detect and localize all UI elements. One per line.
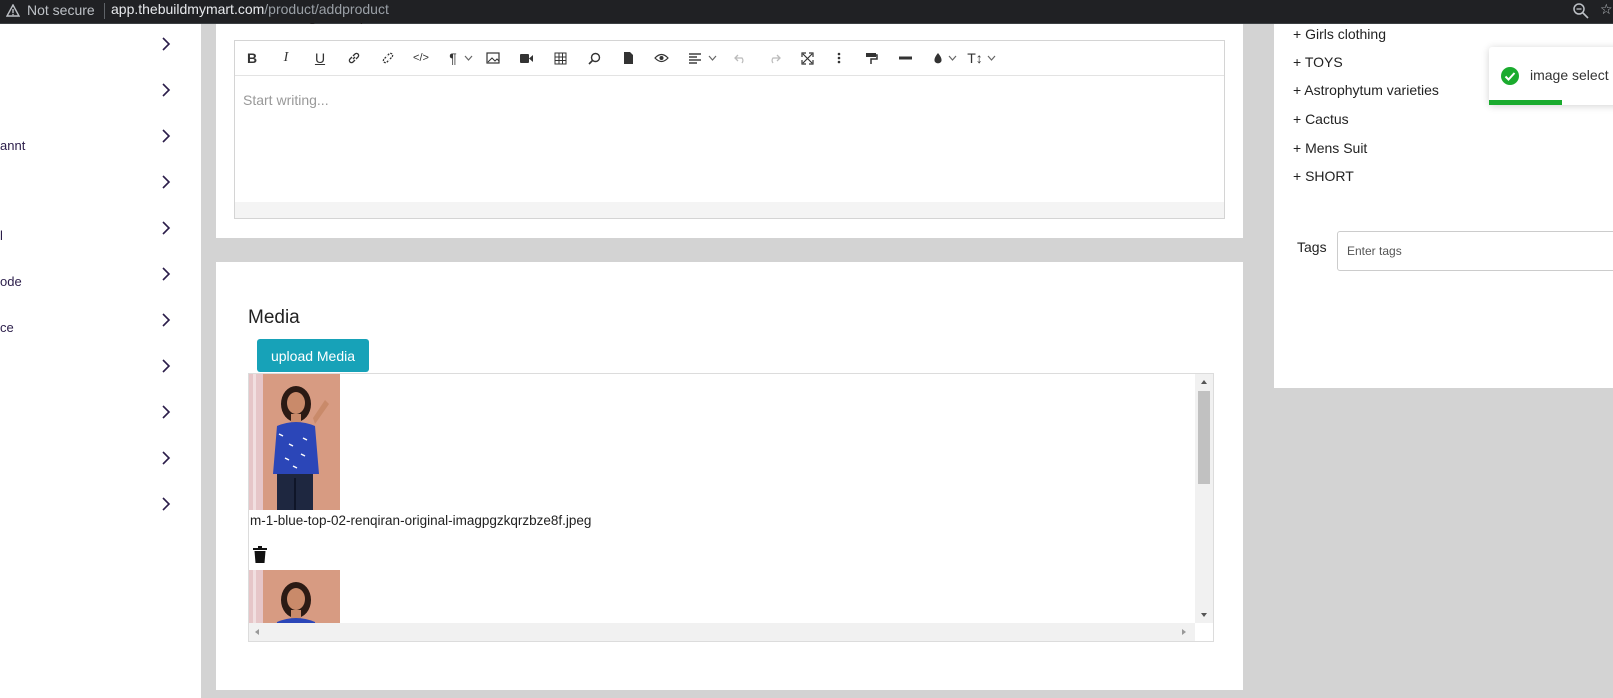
sidebar-item[interactable] <box>0 346 201 386</box>
chevron-right-icon <box>162 359 171 373</box>
chevron-right-icon <box>162 129 171 143</box>
sidebar: annt l ode ce <box>0 24 201 698</box>
warning-icon[interactable] <box>6 4 20 18</box>
category-item[interactable]: + Girls clothing <box>1293 26 1386 42</box>
horizontal-line-icon[interactable] <box>897 48 913 68</box>
category-item[interactable]: + SHORT <box>1293 168 1354 184</box>
media-title: Media <box>248 307 300 328</box>
chevron-right-icon <box>162 451 171 465</box>
media-list-content: m-1-blue-top-02-renqiran-original-imagpg… <box>249 374 1195 623</box>
check-circle-icon <box>1501 67 1519 85</box>
chevron-down-icon[interactable] <box>463 48 473 68</box>
category-item[interactable]: + Mens Suit <box>1293 140 1367 156</box>
scrollbar-thumb[interactable] <box>1198 391 1210 484</box>
underline-icon[interactable]: U <box>313 48 327 68</box>
chevron-down-icon[interactable] <box>947 48 957 68</box>
font-size-icon[interactable]: T↕ <box>966 48 984 68</box>
scroll-up-icon[interactable] <box>1199 377 1209 387</box>
undo-icon[interactable] <box>732 48 748 68</box>
chevron-right-icon <box>162 313 171 327</box>
editor-placeholder: Start writing... <box>243 92 329 108</box>
tags-label: Tags <box>1297 239 1327 255</box>
chevron-right-icon <box>162 37 171 51</box>
sidebar-item-label: ce <box>0 320 14 335</box>
tags-input[interactable] <box>1337 231 1613 271</box>
rich-text-editor: B I U </> ¶ T↕ Start writing... <box>234 40 1225 219</box>
description-title: Product Long Description <box>233 16 391 24</box>
format-painter-icon[interactable] <box>863 48 879 68</box>
media-thumbnail[interactable] <box>249 374 340 510</box>
vertical-scrollbar[interactable] <box>1195 374 1213 623</box>
sidebar-item[interactable]: ode <box>0 254 201 294</box>
url-host: app.thebuildmymart.com <box>111 1 265 17</box>
media-thumbnail[interactable] <box>249 570 340 623</box>
scroll-right-icon[interactable] <box>1179 627 1189 637</box>
scroll-down-icon[interactable] <box>1199 610 1209 620</box>
url-field[interactable]: app.thebuildmymart.com/product/addproduc… <box>111 1 389 17</box>
chevron-right-icon <box>162 267 171 281</box>
media-list[interactable]: m-1-blue-top-02-renqiran-original-imagpg… <box>248 373 1214 642</box>
editor-toolbar: B I U </> ¶ T↕ <box>235 41 1224 76</box>
sidebar-item[interactable]: annt <box>0 116 201 156</box>
code-view-icon[interactable]: </> <box>412 48 430 68</box>
search-icon[interactable] <box>586 48 602 68</box>
fullscreen-icon[interactable] <box>799 48 815 68</box>
sidebar-item[interactable] <box>0 24 201 64</box>
sidebar-item-label: l <box>0 228 3 243</box>
category-item[interactable]: + Cactus <box>1293 111 1349 127</box>
media-filename: m-1-blue-top-02-renqiran-original-imagpg… <box>250 513 592 528</box>
align-icon[interactable] <box>687 48 703 68</box>
divider <box>104 3 105 19</box>
editor-content-area[interactable] <box>235 76 1224 202</box>
horizontal-scrollbar[interactable] <box>249 623 1195 641</box>
sidebar-item[interactable] <box>0 438 201 478</box>
url-path: /product/addproduct <box>264 1 389 17</box>
upload-media-button[interactable]: upload Media <box>257 339 369 372</box>
zoom-icon[interactable] <box>1572 2 1590 20</box>
sidebar-item[interactable] <box>0 162 201 202</box>
chevron-right-icon <box>162 497 171 511</box>
chevron-right-icon <box>162 175 171 189</box>
sidebar-item[interactable] <box>0 70 201 110</box>
chevron-down-icon[interactable] <box>986 48 996 68</box>
preview-eye-icon[interactable] <box>653 48 669 68</box>
chevron-right-icon <box>162 83 171 97</box>
chevron-down-icon[interactable] <box>707 48 717 68</box>
sidebar-item[interactable]: ce <box>0 300 201 340</box>
video-icon[interactable] <box>518 48 534 68</box>
bookmark-star-icon[interactable]: ☆ <box>1600 1 1613 18</box>
sidebar-item-label: ode <box>0 274 22 289</box>
redo-icon[interactable] <box>766 48 782 68</box>
italic-icon[interactable]: I <box>279 48 293 68</box>
chevron-right-icon <box>162 405 171 419</box>
document-icon[interactable] <box>620 48 636 68</box>
sidebar-item[interactable] <box>0 392 201 432</box>
sidebar-item[interactable]: l <box>0 208 201 248</box>
more-vertical-icon[interactable] <box>834 48 844 68</box>
color-drop-icon[interactable] <box>932 48 944 68</box>
editor-statusbar <box>235 202 1224 218</box>
paragraph-icon[interactable]: ¶ <box>446 48 460 68</box>
bold-icon[interactable]: B <box>245 48 259 68</box>
category-item[interactable]: + Astrophytum varieties <box>1293 82 1439 98</box>
scroll-left-icon[interactable] <box>252 627 262 637</box>
image-icon[interactable] <box>485 48 501 68</box>
trash-icon[interactable] <box>253 546 267 563</box>
category-item[interactable]: + TOYS <box>1293 54 1343 70</box>
sidebar-item[interactable] <box>0 484 201 524</box>
toast-progress-bar <box>1489 100 1562 105</box>
unlink-icon[interactable] <box>380 48 396 68</box>
sidebar-item-label: annt <box>0 138 26 153</box>
link-icon[interactable] <box>346 48 362 68</box>
security-label[interactable]: Not secure <box>27 2 95 18</box>
toast-notification: image select <box>1489 47 1613 105</box>
chevron-right-icon <box>162 221 171 235</box>
table-icon[interactable] <box>552 48 568 68</box>
toast-message: image select <box>1530 67 1609 83</box>
